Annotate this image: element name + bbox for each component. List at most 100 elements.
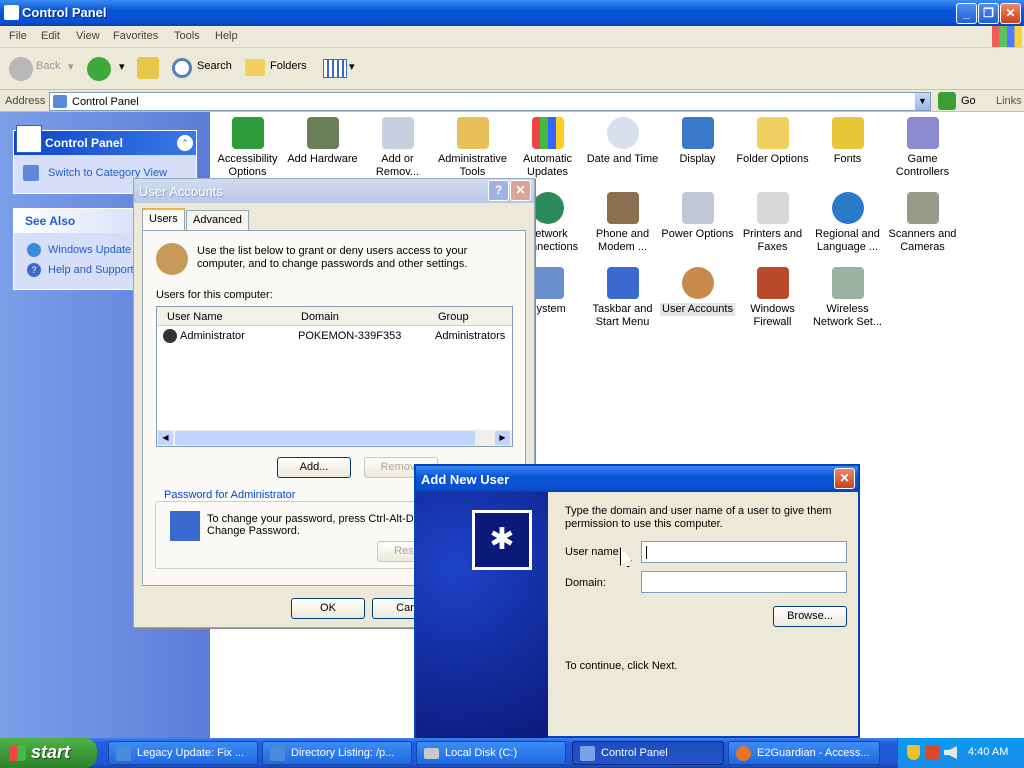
horizontal-scrollbar[interactable]: ◀ ▶ [157, 430, 512, 446]
tab-advanced[interactable]: Advanced [186, 210, 249, 230]
wizard-side-banner: ✱ [416, 492, 548, 740]
wireless-icon [831, 267, 864, 299]
tray-app-icon[interactable] [925, 745, 940, 760]
collapse-chevron-icon[interactable]: ⌃ [177, 135, 193, 151]
task-label: E2Guardian - Access... [757, 747, 870, 759]
add-user-button[interactable]: Add... [277, 457, 351, 478]
item-administrative-tools[interactable]: Administrative Tools [435, 117, 510, 179]
address-label: Address [5, 95, 46, 107]
tab-users[interactable]: Users [142, 208, 185, 230]
user-accounts-title-bar[interactable]: User Accounts ? ✕ [134, 179, 534, 203]
security-shield-icon[interactable] [907, 745, 920, 760]
task-directory-listing[interactable]: Directory Listing: /p... [262, 741, 412, 765]
title-bar[interactable]: Control Panel _ ❐ ✕ [0, 0, 1024, 26]
task-box-title: Control Panel [45, 136, 124, 150]
menu-file[interactable]: File [9, 30, 27, 42]
item-add-remove-programs[interactable]: Add or Remov... [360, 117, 435, 179]
ok-button[interactable]: OK [291, 598, 365, 619]
back-button-label[interactable]: Back [36, 60, 60, 72]
address-dropdown-button[interactable]: ▼ [915, 93, 930, 110]
scroll-right-button[interactable]: ▶ [495, 431, 510, 445]
windows-logo-icon [992, 26, 1022, 47]
item-date-and-time[interactable]: Date and Time [585, 117, 660, 166]
minimize-button[interactable]: _ [956, 3, 977, 24]
menu-favorites[interactable]: Favorites [113, 30, 158, 42]
go-arrow-icon[interactable] [938, 92, 956, 110]
menu-tools[interactable]: Tools [174, 30, 200, 42]
back-dropdown-icon[interactable]: ▾ [68, 60, 74, 73]
item-taskbar-and-start-menu[interactable]: Taskbar and Start Menu [585, 267, 660, 329]
user-accounts-close-button[interactable]: ✕ [510, 180, 531, 201]
maximize-button[interactable]: ❐ [978, 3, 999, 24]
back-arrow-icon[interactable] [9, 57, 33, 81]
add-new-user-title: Add New User [421, 472, 510, 487]
task-local-disk[interactable]: Local Disk (C:) [416, 741, 566, 765]
taskbar-icon [606, 267, 639, 299]
item-phone-and-modem[interactable]: Phone and Modem ... [585, 192, 660, 254]
menu-edit[interactable]: Edit [41, 30, 60, 42]
power-icon [681, 192, 714, 224]
forward-dropdown-icon[interactable]: ▾ [119, 60, 125, 73]
address-input[interactable]: Control Panel ▼ [49, 92, 931, 111]
column-user-name[interactable]: User Name [167, 311, 223, 323]
search-icon[interactable] [172, 58, 192, 78]
go-button-label[interactable]: Go [961, 95, 976, 107]
task-legacy-update[interactable]: Legacy Update: Fix ... [108, 741, 258, 765]
user-accounts-title: User Accounts [139, 184, 223, 199]
add-new-user-close-button[interactable]: ✕ [834, 468, 855, 489]
password-instructions-line2: Change Password. [207, 525, 300, 537]
item-printers-and-faxes[interactable]: Printers and Faxes [735, 192, 810, 254]
drive-icon [424, 748, 439, 759]
windows-update-link[interactable]: Windows Update [48, 244, 131, 256]
menu-view[interactable]: View [76, 30, 100, 42]
folders-icon[interactable] [245, 59, 265, 76]
address-value: Control Panel [72, 96, 139, 108]
column-group[interactable]: Group [438, 311, 469, 323]
up-folder-icon[interactable] [137, 57, 159, 79]
item-scanners-and-cameras[interactable]: Scanners and Cameras [885, 192, 960, 254]
item-folder-options[interactable]: Folder Options [735, 117, 810, 166]
folders-button-label[interactable]: Folders [270, 60, 307, 72]
start-button[interactable]: start [0, 738, 97, 768]
help-button[interactable]: ? [488, 180, 509, 201]
users-intro-line1: Use the list below to grant or deny user… [197, 245, 468, 257]
users-list[interactable]: User Name Domain Group Administrator POK… [156, 306, 513, 447]
column-domain[interactable]: Domain [301, 311, 339, 323]
username-input[interactable] [641, 541, 847, 563]
views-dropdown-icon[interactable]: ▾ [349, 60, 355, 73]
game-controller-icon [906, 117, 939, 149]
item-regional-and-language[interactable]: Regional and Language ... [810, 192, 885, 254]
clock[interactable]: 4:40 AM [968, 746, 1008, 758]
help-and-support-link[interactable]: Help and Support [48, 264, 134, 276]
close-button[interactable]: ✕ [1000, 3, 1021, 24]
tab-advanced-label: Advanced [193, 214, 242, 226]
browse-button[interactable]: Browse... [773, 606, 847, 627]
item-power-options[interactable]: Power Options [660, 192, 735, 241]
item-automatic-updates[interactable]: Automatic Updates [510, 117, 585, 179]
search-button-label[interactable]: Search [197, 60, 232, 72]
item-windows-firewall[interactable]: Windows Firewall [735, 267, 810, 329]
item-fonts[interactable]: Fonts [810, 117, 885, 166]
system-icon [531, 267, 564, 299]
text-cursor [646, 546, 647, 559]
views-icon[interactable] [323, 59, 347, 78]
task-control-panel[interactable]: Control Panel [572, 741, 724, 765]
forward-arrow-icon[interactable] [87, 57, 111, 81]
item-accessibility-options[interactable]: Accessibility Options [210, 117, 285, 179]
table-row[interactable]: Administrator POKEMON-339F353 Administra… [157, 328, 512, 345]
item-display[interactable]: Display [660, 117, 735, 166]
links-label[interactable]: Links [996, 95, 1022, 107]
password-instructions-line1: To change your password, press Ctrl-Alt-… [207, 513, 414, 525]
item-user-accounts[interactable]: User Accounts [660, 267, 735, 316]
scroll-left-button[interactable]: ◀ [158, 431, 173, 445]
continue-instructions: To continue, click Next. [565, 660, 678, 672]
domain-input[interactable] [641, 571, 847, 593]
scroll-thumb[interactable] [175, 431, 475, 445]
task-e2guardian[interactable]: E2Guardian - Access... [728, 741, 880, 765]
volume-icon[interactable] [944, 746, 957, 759]
add-new-user-title-bar[interactable]: Add New User ✕ [416, 466, 858, 492]
item-game-controllers[interactable]: Game Controllers [885, 117, 960, 179]
item-add-hardware[interactable]: Add Hardware [285, 117, 360, 166]
menu-help[interactable]: Help [215, 30, 238, 42]
item-wireless-network-setup[interactable]: Wireless Network Set... [810, 267, 885, 329]
